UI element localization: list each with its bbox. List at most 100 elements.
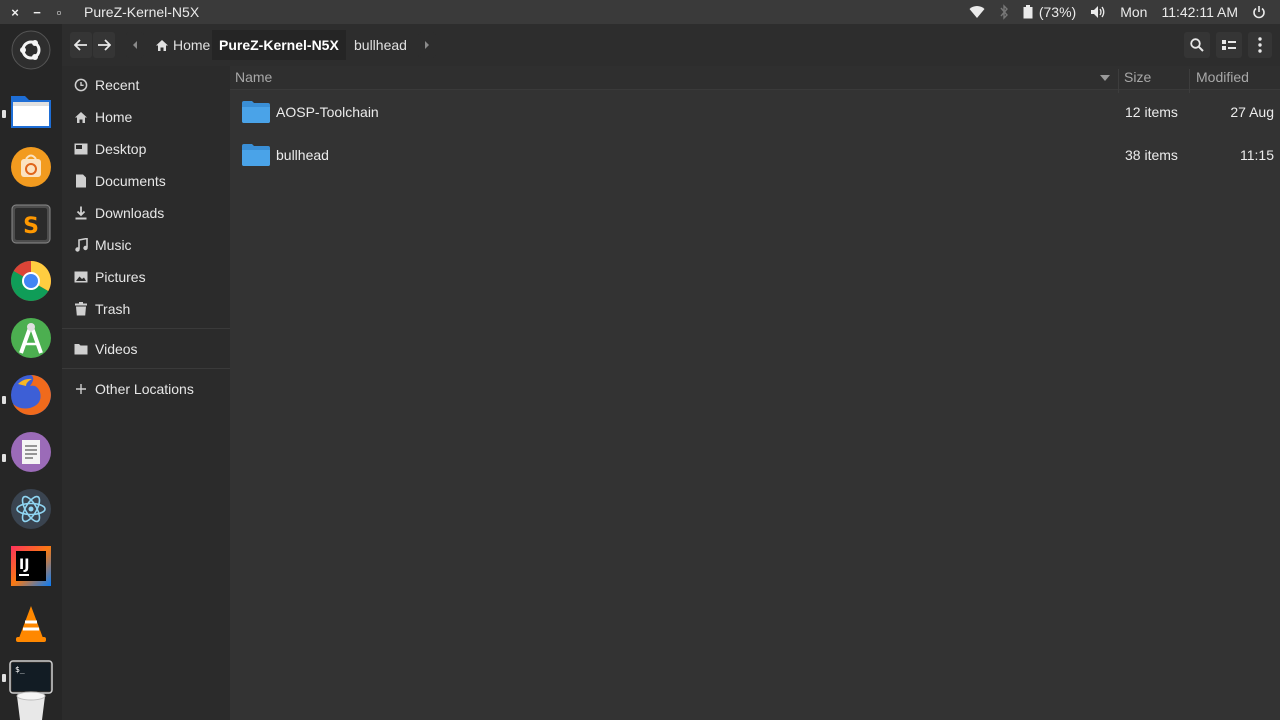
svg-text:IJ: IJ [19, 557, 29, 573]
svg-text:$_: $_ [15, 665, 25, 674]
folder-icon [242, 101, 270, 123]
sidebar-item-label: Trash [95, 301, 131, 317]
column-modified-header[interactable]: Modified [1196, 69, 1249, 85]
search-icon [1190, 38, 1204, 52]
day-label[interactable]: Mon [1120, 4, 1147, 20]
sidebar-divider [62, 328, 230, 329]
atom-icon[interactable] [9, 487, 53, 531]
file-name: AOSP-Toolchain [276, 104, 379, 120]
sidebar-item-label: Music [95, 237, 132, 253]
path-scroll-right-button[interactable] [418, 32, 436, 58]
sidebar-item-label: Home [95, 109, 133, 125]
menu-button[interactable] [1248, 32, 1272, 58]
clock[interactable]: 11:42:11 AM [1161, 4, 1238, 20]
back-button[interactable] [70, 32, 92, 58]
firefox-icon[interactable] [9, 373, 53, 417]
sidebar-item-desktop[interactable]: Desktop [62, 135, 230, 163]
sidebar-item-music[interactable]: Music [62, 231, 230, 259]
vlc-icon[interactable] [9, 602, 53, 646]
sidebar-item-videos[interactable]: Videos [62, 335, 230, 363]
sidebar-item-label: Videos [95, 341, 138, 357]
column-separator [1118, 69, 1119, 93]
sidebar-item-label: Pictures [95, 269, 146, 285]
column-name-header[interactable]: Name [235, 69, 272, 85]
power-icon[interactable] [1252, 5, 1266, 19]
chevron-right-icon [425, 41, 429, 49]
ubuntu-software-icon[interactable] [9, 145, 53, 189]
battery-icon [1023, 5, 1033, 19]
breadcrumb-purez-kernel[interactable]: PureZ-Kernel-N5X [212, 30, 346, 60]
desktop-icon [72, 143, 90, 155]
plus-icon [72, 383, 90, 395]
battery-percent: (73%) [1038, 4, 1077, 20]
home-icon [156, 39, 168, 51]
running-indicator [2, 454, 6, 462]
sort-descending-icon[interactable] [1100, 75, 1110, 81]
sidebar-item-documents[interactable]: Documents [62, 167, 230, 195]
minimize-button[interactable]: − [26, 5, 48, 20]
text-editor-icon[interactable] [9, 430, 53, 474]
trash-bin-icon[interactable] [9, 690, 53, 720]
sidebar-item-label: Documents [95, 173, 166, 189]
sidebar-item-home[interactable]: Home [62, 103, 230, 131]
list-view-icon [1222, 40, 1236, 50]
system-tray: (73%) Mon 11:42:11 AM [969, 0, 1280, 24]
sidebar-item-label: Recent [95, 77, 140, 93]
window-title: PureZ-Kernel-N5X [84, 4, 200, 20]
file-manager-window: Home PureZ-Kernel-N5X bullhead Recent Ho… [62, 24, 1280, 720]
table-row[interactable]: bullhead 38 items 11:15 [230, 134, 1280, 176]
breadcrumb-label: bullhead [354, 37, 407, 53]
breadcrumb-label: Home [173, 37, 211, 53]
top-panel: × − ▫ PureZ-Kernel-N5X (73%) Mon 11:42:1… [0, 0, 1280, 24]
launcher: S IJ $_ [0, 24, 62, 720]
view-toggle-button[interactable] [1216, 32, 1242, 58]
file-size: 38 items [1125, 147, 1178, 163]
places-sidebar: Recent Home Desktop Documents Downloads … [62, 66, 230, 720]
arrow-left-icon [74, 39, 87, 51]
battery-indicator[interactable]: (73%) [1023, 4, 1076, 20]
chevron-left-icon [133, 41, 137, 49]
forward-button[interactable] [93, 32, 115, 58]
breadcrumb-home[interactable]: Home [148, 30, 217, 60]
sidebar-item-trash[interactable]: Trash [62, 295, 230, 323]
arrow-right-icon [98, 39, 111, 51]
search-button[interactable] [1184, 32, 1210, 58]
volume-icon[interactable] [1090, 5, 1106, 19]
table-row[interactable]: AOSP-Toolchain 12 items 27 Aug [230, 91, 1280, 133]
file-size: 12 items [1125, 104, 1178, 120]
breadcrumb-label: PureZ-Kernel-N5X [219, 37, 339, 53]
sidebar-divider [62, 368, 230, 369]
sidebar-item-recent[interactable]: Recent [62, 71, 230, 99]
sidebar-item-downloads[interactable]: Downloads [62, 199, 230, 227]
wifi-icon[interactable] [969, 5, 985, 19]
window-controls: × − ▫ [4, 5, 70, 20]
breadcrumb-bullhead[interactable]: bullhead [347, 30, 414, 60]
svg-text:S: S [23, 214, 39, 239]
sidebar-item-label: Downloads [95, 205, 165, 221]
sidebar-item-label: Desktop [95, 141, 147, 157]
folder-icon [242, 144, 270, 166]
running-indicator [2, 110, 6, 118]
bluetooth-icon[interactable] [999, 4, 1009, 20]
android-studio-icon[interactable] [9, 316, 53, 360]
path-scroll-left-button[interactable] [126, 32, 144, 58]
intellij-icon[interactable]: IJ [9, 544, 53, 588]
file-name: bullhead [276, 147, 329, 163]
sidebar-item-label: Other Locations [95, 381, 194, 397]
kebab-menu-icon [1258, 37, 1262, 53]
download-icon [72, 206, 90, 220]
maximize-button[interactable]: ▫ [48, 5, 70, 20]
close-button[interactable]: × [4, 5, 26, 20]
ubuntu-logo-icon[interactable] [9, 28, 53, 72]
file-modified: 11:15 [1240, 147, 1274, 163]
sidebar-item-pictures[interactable]: Pictures [62, 263, 230, 291]
sidebar-item-other-locations[interactable]: Other Locations [62, 375, 230, 403]
column-size-header[interactable]: Size [1124, 69, 1151, 85]
chrome-icon[interactable] [9, 259, 53, 303]
music-icon [72, 238, 90, 252]
sublime-text-icon[interactable]: S [9, 202, 53, 246]
running-indicator [2, 674, 6, 682]
files-icon[interactable] [9, 88, 53, 132]
file-modified: 27 Aug [1230, 104, 1274, 120]
folder-icon [72, 343, 90, 355]
